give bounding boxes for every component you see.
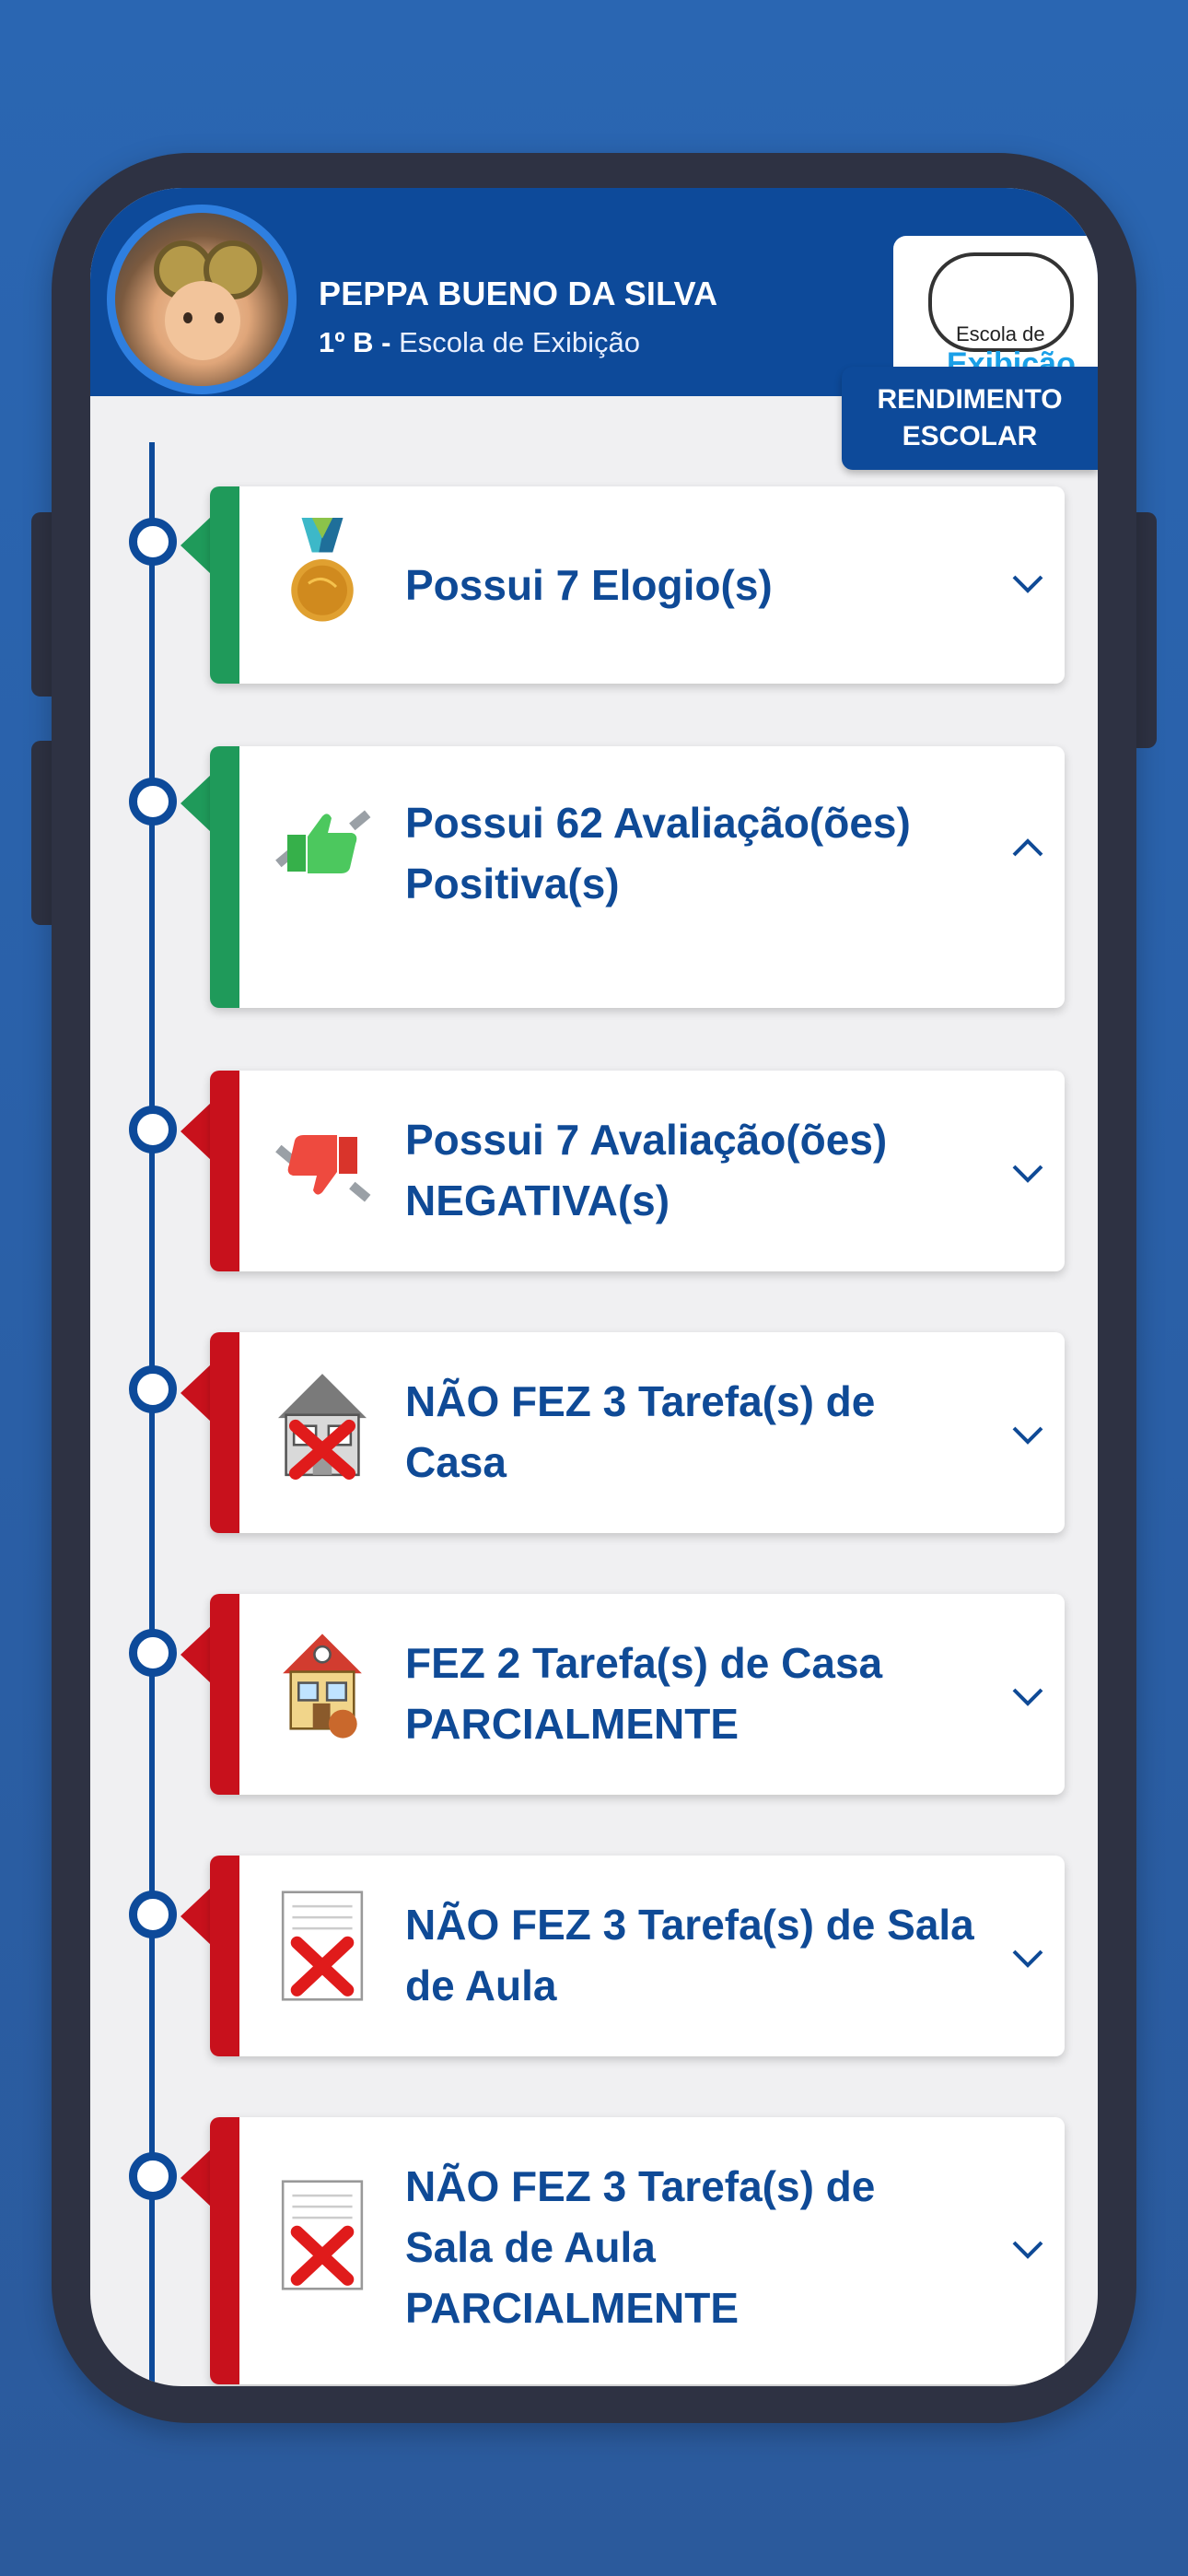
timeline-pointer	[181, 1887, 212, 1946]
item-title: NÃO FEZ 3 Tarefa(s) de Sala de Aula PARC…	[405, 2162, 876, 2332]
rendimento-line2: ESCOLAR	[902, 421, 1038, 451]
status-stripe	[210, 1856, 239, 2056]
timeline-node	[129, 1365, 177, 1413]
rendimento-escolar-button[interactable]: RENDIMENTO ESCOLAR	[842, 367, 1098, 470]
status-stripe	[210, 486, 239, 684]
house-x-icon	[278, 1374, 367, 1480]
document-x-icon	[281, 2180, 364, 2290]
item-title: Possui 7 Avaliação(ões) NEGATIVA(s)	[405, 1116, 888, 1224]
status-stripe	[210, 1071, 239, 1271]
timeline-node	[129, 778, 177, 825]
item-title: FEZ 2 Tarefa(s) de Casa PARCIALMENTE	[405, 1639, 883, 1748]
item-card-tarefas-sala-parcial[interactable]: NÃO FEZ 3 Tarefa(s) de Sala de Aula PARC…	[210, 2117, 1065, 2384]
timeline-pointer	[181, 516, 212, 575]
timeline-node	[129, 2152, 177, 2200]
thumbs-up-icon	[275, 810, 371, 873]
status-stripe	[210, 1594, 239, 1795]
rendimento-line1: RENDIMENTO	[877, 384, 1063, 415]
item-title: NÃO FEZ 3 Tarefa(s) de Casa	[405, 1377, 876, 1486]
item-card-avaliacoes-negativas[interactable]: Possui 7 Avaliação(ões) NEGATIVA(s)	[210, 1071, 1065, 1271]
item-card-avaliacoes-positivas[interactable]: Possui 62 Avaliação(ões) Positiva(s)	[210, 746, 1065, 1008]
item-card-elogios[interactable]: Possui 7 Elogio(s)	[210, 486, 1065, 684]
timeline-node	[129, 518, 177, 566]
avatar[interactable]	[107, 205, 297, 394]
item-card-tarefas-casa-parcial[interactable]: FEZ 2 Tarefa(s) de Casa PARCIALMENTE	[210, 1594, 1065, 1795]
item-title: Possui 7 Elogio(s)	[405, 561, 773, 609]
school-logo-line1: Escola de	[956, 322, 1045, 345]
timeline-pointer	[181, 1364, 212, 1423]
item-title: NÃO FEZ 3 Tarefa(s) de Sala de Aula	[405, 1901, 974, 2009]
status-stripe	[210, 2117, 239, 2384]
timeline-pointer	[181, 774, 212, 833]
thumbs-down-icon	[275, 1135, 371, 1202]
chevron-down-icon[interactable]	[1009, 1940, 1046, 1977]
timeline-node	[129, 1891, 177, 1938]
timeline-line	[149, 442, 155, 2386]
app-screen: PEPPA BUENO DA SILVA 1º B - Escola de Ex…	[90, 188, 1098, 2386]
timeline-pointer	[181, 1625, 212, 1684]
document-x-icon	[281, 1891, 364, 2001]
timeline-pointer	[181, 2149, 212, 2207]
item-card-tarefas-sala[interactable]: NÃO FEZ 3 Tarefa(s) de Sala de Aula	[210, 1856, 1065, 2056]
medal-icon	[291, 518, 354, 622]
chevron-down-icon[interactable]	[1009, 1417, 1046, 1454]
status-stripe	[210, 746, 239, 1008]
chevron-down-icon[interactable]	[1009, 1155, 1046, 1192]
student-class: 1º B -	[319, 326, 391, 358]
student-class-school: 1º B - Escola de Exibição	[319, 326, 640, 359]
timeline-node	[129, 1106, 177, 1153]
chevron-down-icon[interactable]	[1009, 566, 1046, 603]
house-partial-icon	[283, 1633, 362, 1739]
student-school: Escola de Exibição	[390, 326, 641, 358]
timeline-node	[129, 1629, 177, 1677]
timeline-pointer	[181, 1102, 212, 1161]
item-card-tarefas-casa[interactable]: NÃO FEZ 3 Tarefa(s) de Casa	[210, 1332, 1065, 1533]
avatar-image	[115, 213, 288, 386]
chevron-up-icon[interactable]	[1009, 829, 1046, 866]
chevron-down-icon[interactable]	[1009, 1679, 1046, 1715]
chevron-down-icon[interactable]	[1009, 2231, 1046, 2268]
status-stripe	[210, 1332, 239, 1533]
item-title: Possui 62 Avaliação(ões) Positiva(s)	[405, 799, 911, 907]
student-name: PEPPA BUENO DA SILVA	[319, 275, 718, 312]
